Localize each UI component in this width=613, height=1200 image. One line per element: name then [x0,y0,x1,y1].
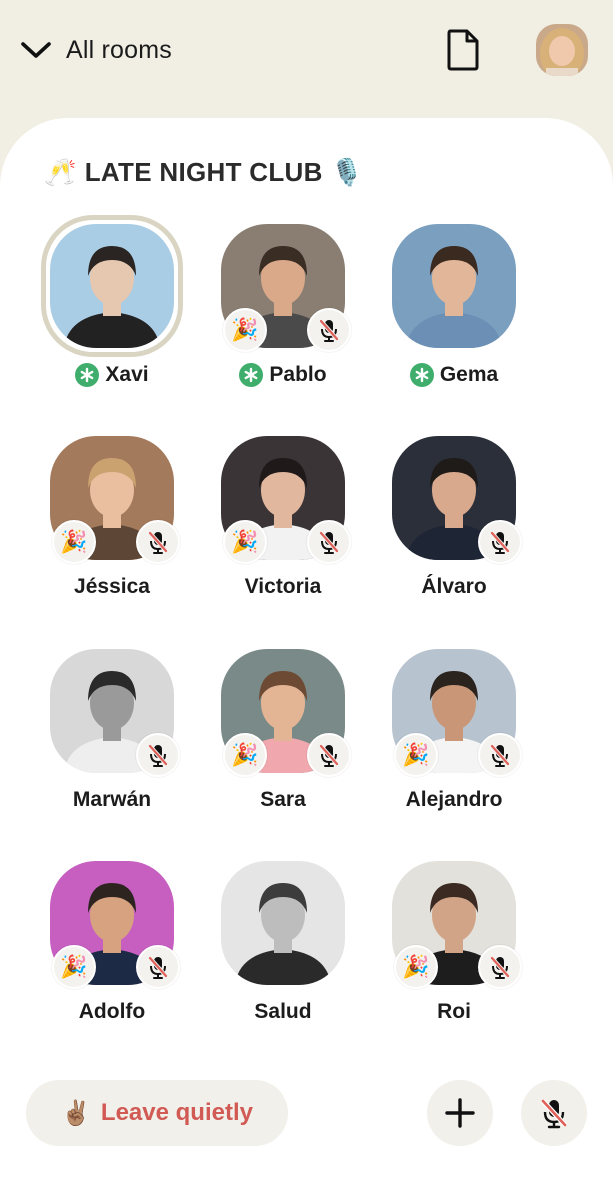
speaker-tile[interactable]: Salud [198,851,368,1051]
mic-muted-icon [136,520,180,564]
speaker-avatar[interactable] [392,224,516,348]
speaker-name-row: Marwán [27,785,197,815]
speaker-name: Jéssica [74,575,150,598]
party-popper-icon: 🎉 [223,308,267,352]
mic-muted-icon [307,520,351,564]
microphone-emoji: 🎙️ [330,156,364,187]
speaker-avatar-wrap [50,649,180,777]
speaker-tile[interactable]: 🎉 Adolfo [27,851,197,1051]
speaker-tile[interactable]: 🎉 Jéssica [27,426,197,626]
party-popper-icon: 🎉 [223,520,267,564]
speaker-avatar[interactable] [221,861,345,985]
speaker-name-row: Sara [198,785,368,815]
speaker-avatar-wrap: 🎉 [50,861,180,989]
speaker-name-row: Salud [198,997,368,1027]
leave-quietly-button[interactable]: ✌🏽 Leave quietly [26,1080,288,1146]
all-rooms-button[interactable]: All rooms [20,32,172,68]
speaker-avatar-wrap: 🎉 [392,861,522,989]
room-title: 🥂 LATE NIGHT CLUB 🎙️ [44,152,363,192]
speaker-name: Marwán [72,788,152,811]
top-bar: All rooms [0,0,613,118]
speaker-avatar-wrap: 🎉 [221,436,351,564]
room-title-text: LATE NIGHT CLUB [84,156,323,187]
speaker-tile[interactable]: 🎉 Sara [198,639,368,839]
mic-muted-icon [478,733,522,777]
speaker-tile[interactable]: 🎉 Roi [369,851,539,1051]
leave-quietly-label: Leave quietly [100,1099,253,1126]
mic-muted-icon [478,520,522,564]
profile-avatar[interactable] [536,24,588,76]
speaker-name: Xavi [105,363,149,386]
chevron-down-icon [21,42,51,58]
speaker-name-row: Pablo [198,360,368,390]
speaker-tile[interactable]: Gema [369,214,539,414]
bottom-bar: ✌🏽 Leave quietly [0,1080,613,1150]
mute-toggle-button[interactable] [521,1080,587,1146]
speaker-name: Victoria [244,575,322,598]
speaker-avatar-wrap: 🎉 [392,649,522,777]
speaker-name: Salud [254,1000,312,1023]
speaker-avatar-wrap [41,215,183,357]
speaker-name-row: Adolfo [27,997,197,1027]
speaker-tile[interactable]: Marwán [27,639,197,839]
speaker-name: Gema [439,363,499,386]
speaker-name-row: Álvaro [369,572,539,602]
speaker-name: Álvaro [421,575,487,598]
speaker-name-row: Jéssica [27,572,197,602]
speaker-name-row: Alejandro [369,785,539,815]
party-popper-icon: 🎉 [394,945,438,989]
moderator-asterisk-icon [75,363,100,387]
party-popper-icon: 🎉 [223,733,267,777]
speaker-name: Adolfo [78,1000,146,1023]
party-popper-icon: 🎉 [52,520,96,564]
speaker-name-row: Xavi [27,360,197,390]
document-icon [447,29,479,71]
speaker-avatar-wrap: 🎉 [221,649,351,777]
speaker-avatar[interactable] [50,224,174,348]
document-button[interactable] [445,28,481,72]
mic-muted-icon [478,945,522,989]
speaker-name: Roi [437,1000,471,1023]
speaker-name: Sara [260,788,306,811]
speaker-tile[interactable]: 🎉 Victoria [198,426,368,626]
speaker-name: Pablo [269,363,327,386]
champagne-emoji: 🥂 [44,156,77,187]
speaker-avatar-wrap: 🎉 [50,436,180,564]
moderator-asterisk-icon [409,363,434,387]
speaker-name-row: Roi [369,997,539,1027]
speaker-avatar-wrap: 🎉 [221,224,351,352]
party-popper-icon: 🎉 [52,945,96,989]
speaker-tile[interactable]: 🎉 Pablo [198,214,368,414]
speaker-avatar-wrap [221,861,345,985]
speaker-tile[interactable]: 🎉 Alejandro [369,639,539,839]
mic-muted-icon [136,945,180,989]
room-panel: 🥂 LATE NIGHT CLUB 🎙️ Xavi 🎉 Pablo Gema 🎉 Jéss… [0,118,613,1200]
party-popper-icon: 🎉 [394,733,438,777]
mic-muted-icon [307,308,351,352]
mic-muted-icon [307,733,351,777]
speaker-name-row: Gema [369,360,539,390]
speaker-name: Alejandro [405,788,503,811]
speaker-tile[interactable]: Xavi [27,214,197,414]
speaker-avatar-wrap [392,436,522,564]
all-rooms-label: All rooms [66,35,172,64]
plus-icon [445,1098,475,1128]
moderator-asterisk-icon [239,363,264,387]
speaker-name-row: Victoria [198,572,368,602]
speaker-tile[interactable]: Álvaro [369,426,539,626]
mic-muted-icon [136,733,180,777]
add-button[interactable] [427,1080,493,1146]
peace-hand-emoji: ✌🏽 [61,1099,91,1127]
mic-muted-icon [541,1099,567,1129]
speaker-avatar-wrap [392,224,516,348]
